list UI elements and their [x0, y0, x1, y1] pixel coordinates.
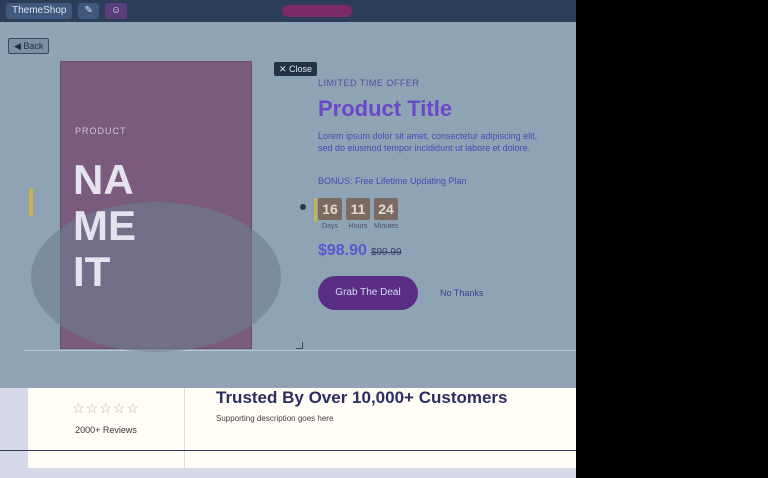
app-window: ThemeShop ✎ ☺ ◀ Back PRODUCT NA ME IT ✕ … — [0, 0, 576, 478]
countdown-hours-label: Hours — [348, 223, 368, 230]
countdown-days-value: 16 — [318, 198, 342, 220]
modal-actions: Grab The Deal No Thanks — [318, 276, 568, 310]
edit-icon[interactable]: ✎ — [78, 3, 99, 19]
product-title: Product Title — [318, 96, 453, 121]
review-count: 2000+ Reviews — [75, 425, 137, 435]
trust-subtext: Supporting description goes here — [216, 414, 334, 423]
grab-deal-button[interactable]: Grab The Deal — [318, 276, 418, 310]
product-details: LIMITED TIME OFFER Product Title Lorem i… — [300, 78, 568, 310]
trust-section: ☆☆☆☆☆ 2000+ Reviews Trusted By Over 10,0… — [0, 388, 576, 478]
star-rating-icon: ☆☆☆☆☆ — [72, 400, 140, 416]
close-button[interactable]: ✕ Close — [274, 62, 318, 76]
countdown-hours-value: 11 — [346, 198, 370, 220]
product-image: PRODUCT NA ME IT — [31, 61, 281, 352]
countdown-hours: 11 Hours — [346, 198, 370, 230]
tab-themeshop[interactable]: ThemeShop — [6, 3, 73, 19]
price-row: $98.90 $99.99 — [318, 242, 568, 260]
image-big-line-2: ME — [73, 202, 136, 249]
bonus-text: BONUS: Free Lifetime Updating Plan — [318, 176, 467, 186]
divider — [0, 450, 576, 451]
no-thanks-link[interactable]: No Thanks — [440, 288, 483, 298]
countdown-minutes-value: 24 — [374, 198, 398, 220]
countdown-minutes-label: Minutes — [374, 223, 399, 230]
back-button[interactable]: ◀ Back — [8, 38, 50, 54]
offer-eyebrow: LIMITED TIME OFFER — [318, 78, 420, 88]
resize-handle[interactable] — [296, 342, 303, 349]
cursor-marker — [29, 188, 33, 216]
slider-dot[interactable] — [300, 204, 306, 210]
countdown-minutes: 24 Minutes — [374, 198, 399, 230]
trust-copy: Trusted By Over 10,000+ Customers Suppor… — [216, 388, 556, 423]
old-price: $99.99 — [370, 247, 402, 258]
countdown-marker — [314, 198, 317, 222]
top-toolbar: ThemeShop ✎ ☺ — [0, 0, 576, 22]
countdown-days: 16 Days — [318, 198, 342, 230]
image-glow — [31, 202, 281, 352]
image-small-text: PRODUCT — [75, 126, 127, 136]
product-description: Lorem ipsum dolor sit amet, consectetur … — [318, 131, 538, 153]
countdown-timer: 16 Days 11 Hours 24 Minutes — [300, 198, 568, 230]
current-price: $98.90 — [318, 242, 367, 259]
image-big-text: NA ME IT — [73, 157, 136, 295]
user-icon[interactable]: ☺ — [104, 3, 128, 19]
status-pill — [282, 5, 352, 17]
image-big-line-3: IT — [73, 248, 111, 295]
countdown-days-label: Days — [322, 223, 338, 230]
rating-block: ☆☆☆☆☆ 2000+ Reviews — [28, 388, 185, 468]
image-big-line-1: NA — [73, 156, 134, 203]
trust-headline: Trusted By Over 10,000+ Customers — [216, 388, 508, 407]
